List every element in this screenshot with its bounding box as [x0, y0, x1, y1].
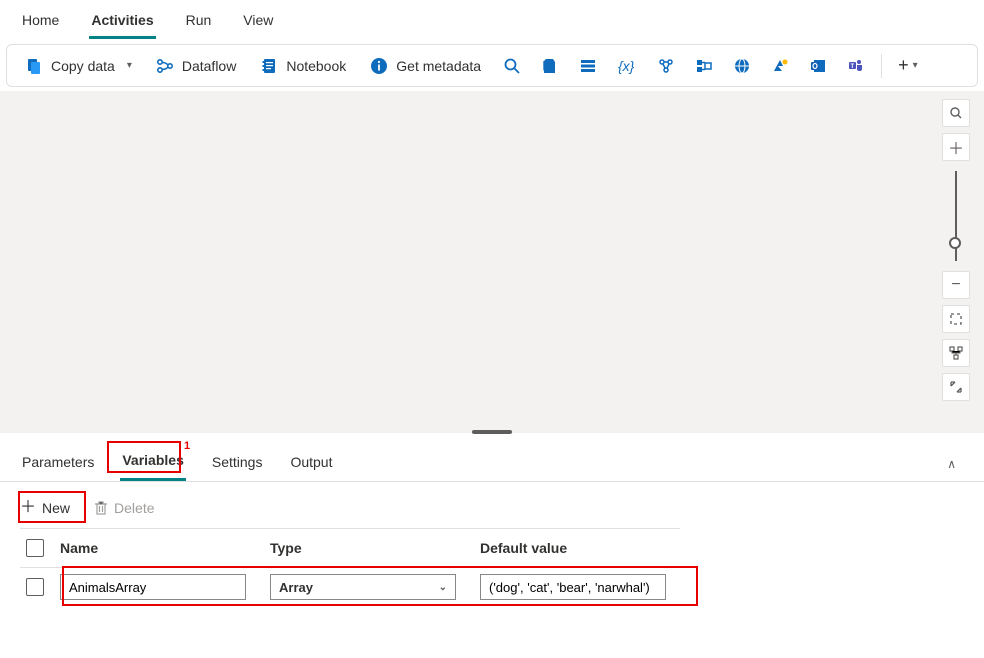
dataflow-icon — [156, 57, 174, 75]
copy-data-button[interactable]: Copy data ▾ — [15, 51, 142, 81]
get-metadata-button[interactable]: Get metadata — [360, 51, 491, 81]
web-icon-button[interactable] — [725, 51, 759, 81]
stored-proc-icon-button[interactable] — [571, 51, 605, 81]
fullscreen-button[interactable] — [942, 373, 970, 401]
callout-label-1: 1 — [184, 440, 190, 452]
pipeline-icon-button[interactable] — [649, 51, 683, 81]
zoom-out-button[interactable]: − — [942, 271, 970, 299]
add-activity-button[interactable]: + ▾ — [890, 49, 926, 82]
script-icon-button[interactable] — [533, 51, 567, 81]
notebook-button[interactable]: Notebook — [250, 51, 356, 81]
col-header-type: Type — [270, 540, 480, 556]
variables-actions: ＋ New Delete — [0, 482, 984, 528]
tab-home[interactable]: Home — [20, 8, 61, 39]
zoom-in-button[interactable]: ＋ — [942, 133, 970, 161]
tab-output[interactable]: Output — [288, 448, 334, 480]
splitter-handle[interactable] — [472, 430, 512, 434]
notebook-label: Notebook — [286, 58, 346, 74]
copy-data-label: Copy data — [51, 58, 115, 74]
auto-align-button[interactable] — [942, 339, 970, 367]
tab-settings[interactable]: Settings — [210, 448, 265, 480]
outlook-icon-button[interactable] — [801, 51, 835, 81]
notebook-icon — [260, 57, 278, 75]
fit-to-screen-button[interactable] — [942, 305, 970, 333]
function-icon-button[interactable] — [687, 51, 721, 81]
copy-data-icon — [25, 57, 43, 75]
lookup-icon-button[interactable] — [495, 51, 529, 81]
chevron-down-icon: ▾ — [127, 60, 132, 71]
tab-run[interactable]: Run — [184, 8, 214, 39]
callout-box-2 — [18, 491, 86, 523]
collapse-panel-button[interactable]: ∧ — [947, 457, 964, 471]
select-all-checkbox[interactable] — [26, 539, 44, 557]
tab-view[interactable]: View — [241, 8, 275, 39]
delete-variable-button[interactable]: Delete — [94, 500, 154, 516]
trash-icon — [94, 500, 108, 516]
dataflow-label: Dataflow — [182, 58, 236, 74]
col-header-default: Default value — [480, 540, 680, 556]
activities-toolbar: Copy data ▾ Dataflow Notebook Get metada… — [6, 44, 978, 87]
tab-parameters[interactable]: Parameters — [20, 448, 96, 480]
table-header: Name Type Default value — [20, 528, 680, 568]
delete-label: Delete — [114, 500, 154, 516]
get-metadata-label: Get metadata — [396, 58, 481, 74]
info-icon — [370, 57, 388, 75]
canvas-search-button[interactable] — [942, 99, 970, 127]
set-variable-icon-button[interactable]: {x} — [609, 51, 645, 81]
teams-icon-button[interactable]: T — [839, 51, 873, 81]
top-tab-bar: Home Activities Run View — [0, 0, 984, 40]
variables-table: Name Type Default value Array ⌄ — [0, 528, 700, 606]
table-row: Array ⌄ — [20, 568, 680, 606]
callout-box-1 — [107, 441, 181, 473]
canvas-controls: ＋ − — [942, 99, 970, 401]
azure-icon-button[interactable] — [763, 51, 797, 81]
row-checkbox[interactable] — [26, 578, 44, 596]
zoom-handle[interactable] — [949, 237, 961, 249]
pipeline-canvas[interactable]: ＋ − — [0, 91, 984, 433]
dataflow-button[interactable]: Dataflow — [146, 51, 246, 81]
toolbar-divider — [881, 54, 882, 78]
col-header-name: Name — [60, 540, 270, 556]
zoom-slider[interactable] — [955, 171, 957, 261]
svg-text:{x}: {x} — [618, 58, 635, 74]
bottom-tab-bar: Parameters Variables Settings Output 1 ∧ — [0, 436, 984, 482]
callout-box-3 — [62, 566, 698, 606]
svg-text:T: T — [851, 64, 855, 70]
chevron-down-icon: ▾ — [913, 60, 918, 71]
tab-activities[interactable]: Activities — [89, 8, 155, 39]
